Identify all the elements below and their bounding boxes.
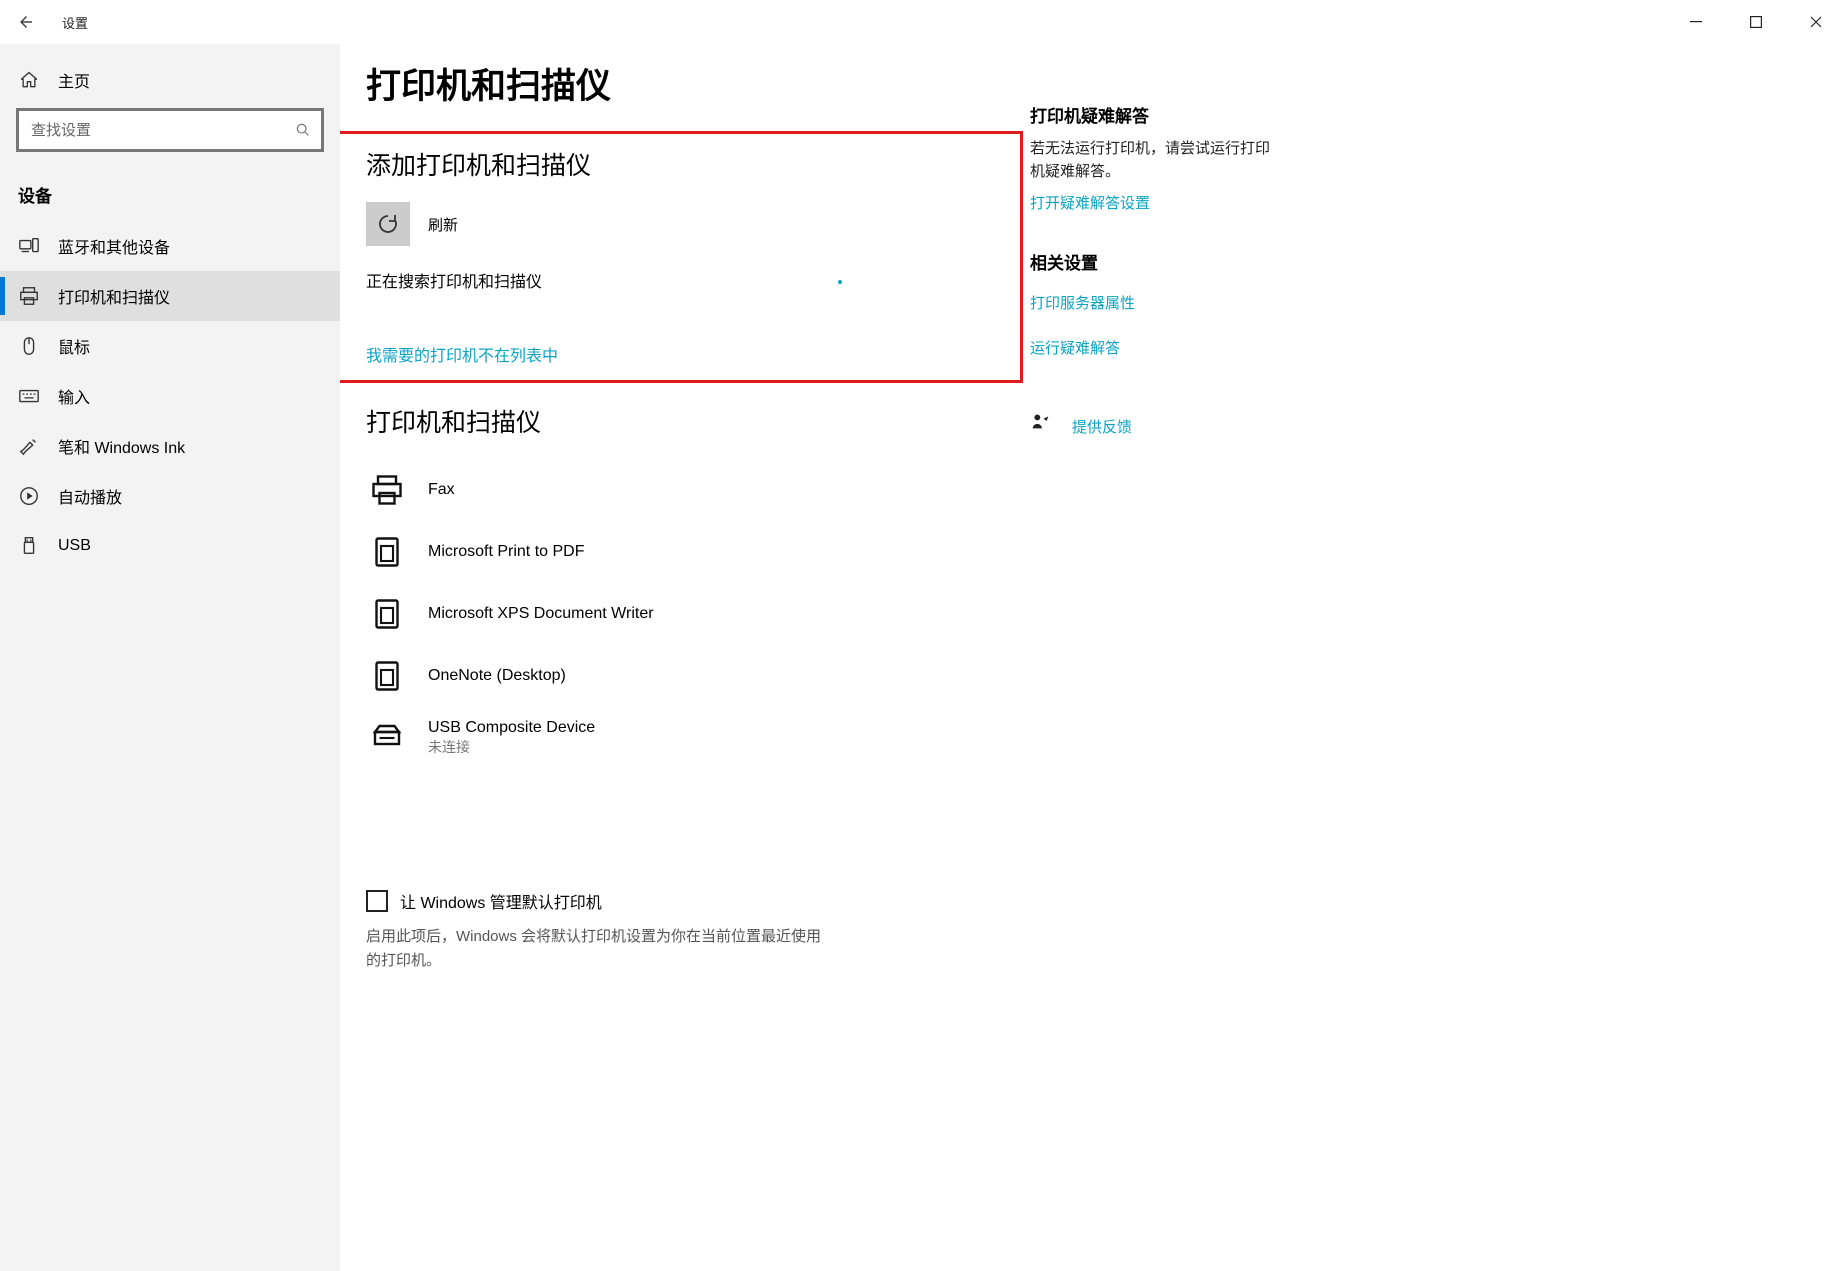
search-input-wrap[interactable]: [18, 110, 322, 150]
window-title: 设置: [62, 13, 88, 32]
sidebar-item-pen[interactable]: 笔和 Windows Ink: [0, 421, 340, 471]
printer-name: Microsoft Print to PDF: [428, 543, 584, 561]
printer-name: Fax: [428, 481, 455, 499]
titlebar: 设置: [0, 0, 1846, 44]
rail-troubleshoot-text: 若无法运行打印机，请尝试运行打印机疑难解答。: [1030, 137, 1280, 184]
sidebar-item-autoplay[interactable]: 自动播放: [0, 471, 340, 521]
printer-icon: [366, 655, 408, 697]
content: 打印机和扫描仪 添加打印机和扫描仪 刷新 正在搜索打印机和扫描仪 我需要的打印机…: [340, 44, 1030, 1271]
printers-section-title: 打印机和扫描仪: [366, 403, 1002, 439]
page-title: 打印机和扫描仪: [366, 58, 1002, 109]
sidebar-item-label: 笔和 Windows Ink: [58, 434, 185, 458]
close-button[interactable]: [1786, 0, 1846, 44]
printer-item[interactable]: USB Composite Device 未连接: [366, 707, 1002, 769]
default-printer-label: 让 Windows 管理默认打印机: [400, 889, 602, 913]
checkbox-icon[interactable]: [366, 890, 388, 912]
close-icon: [1810, 16, 1822, 28]
rail-troubleshoot-link[interactable]: 打开疑难解答设置: [1030, 192, 1150, 213]
back-arrow-icon: [17, 13, 35, 31]
refresh-button[interactable]: [366, 202, 410, 246]
sidebar-item-typing[interactable]: 输入: [0, 371, 340, 421]
sidebar-item-usb[interactable]: USB: [0, 521, 340, 571]
mouse-icon: [18, 335, 40, 357]
sidebar-category: 设备: [0, 160, 340, 221]
scanner-icon: [366, 717, 408, 759]
sidebar-item-printers[interactable]: 打印机和扫描仪: [0, 271, 340, 321]
refresh-icon: [376, 212, 400, 236]
printer-icon: [366, 531, 408, 573]
sidebar-item-label: 打印机和扫描仪: [58, 284, 170, 308]
maximize-icon: [1750, 16, 1762, 28]
sidebar-item-label: 鼠标: [58, 334, 90, 358]
loading-spinner-icon: [838, 280, 842, 284]
default-printer-helptext: 启用此项后，Windows 会将默认打印机设置为你在当前位置最近使用的打印机。: [366, 925, 836, 973]
rail-related-heading: 相关设置: [1030, 249, 1280, 274]
sidebar-item-label: USB: [58, 537, 91, 555]
sidebar-home[interactable]: 主页: [0, 58, 340, 102]
printer-name: USB Composite Device: [428, 719, 595, 737]
right-rail: 打印机疑难解答 若无法运行打印机，请尝试运行打印机疑难解答。 打开疑难解答设置 …: [1030, 44, 1300, 1271]
devices-icon: [18, 235, 40, 257]
printer-item[interactable]: Microsoft XPS Document Writer: [366, 583, 1002, 645]
feedback-icon: [1030, 411, 1052, 433]
search-icon: [295, 122, 311, 138]
printer-item[interactable]: OneNote (Desktop): [366, 645, 1002, 707]
sidebar-item-mouse[interactable]: 鼠标: [0, 321, 340, 371]
printer-status: 未连接: [428, 737, 595, 757]
printer-icon: [366, 469, 408, 511]
rail-related-link[interactable]: 运行疑难解答: [1030, 337, 1280, 358]
rail-troubleshoot-heading: 打印机疑难解答: [1030, 102, 1280, 127]
printer-item[interactable]: Microsoft Print to PDF: [366, 521, 1002, 583]
sidebar-item-label: 蓝牙和其他设备: [58, 234, 170, 258]
minimize-icon: [1690, 16, 1702, 28]
printer-name: OneNote (Desktop): [428, 667, 566, 685]
search-input[interactable]: [29, 121, 287, 140]
sidebar-item-label: 输入: [58, 384, 90, 408]
maximize-button[interactable]: [1726, 0, 1786, 44]
sidebar-item-label: 自动播放: [58, 484, 122, 508]
printer-item[interactable]: Fax: [366, 459, 1002, 521]
rail-related-link[interactable]: 打印服务器属性: [1030, 292, 1280, 313]
pen-icon: [18, 435, 40, 457]
rail-feedback-link[interactable]: 提供反馈: [1072, 416, 1132, 437]
printer-icon: [366, 593, 408, 635]
add-section-title: 添加打印机和扫描仪: [366, 146, 1002, 182]
keyboard-icon: [18, 385, 40, 407]
sidebar-home-label: 主页: [58, 68, 90, 92]
autoplay-icon: [18, 485, 40, 507]
refresh-label: 刷新: [428, 214, 458, 235]
sidebar: 主页 设备 蓝牙和其他设备: [0, 44, 340, 1271]
highlight-annotation: 添加打印机和扫描仪 刷新 正在搜索打印机和扫描仪 我需要的打印机不在列表中: [340, 131, 1023, 383]
default-printer-checkbox-row[interactable]: 让 Windows 管理默认打印机: [366, 889, 1002, 913]
back-button[interactable]: [4, 0, 48, 44]
home-icon: [18, 69, 40, 91]
rail-feedback-row[interactable]: 提供反馈: [1030, 408, 1280, 437]
searching-status: 正在搜索打印机和扫描仪: [366, 268, 542, 292]
usb-icon: [18, 535, 40, 557]
minimize-button[interactable]: [1666, 0, 1726, 44]
printer-icon: [18, 285, 40, 307]
printer-not-listed-link[interactable]: 我需要的打印机不在列表中: [366, 342, 558, 366]
printer-name: Microsoft XPS Document Writer: [428, 605, 654, 623]
sidebar-item-bluetooth[interactable]: 蓝牙和其他设备: [0, 221, 340, 271]
